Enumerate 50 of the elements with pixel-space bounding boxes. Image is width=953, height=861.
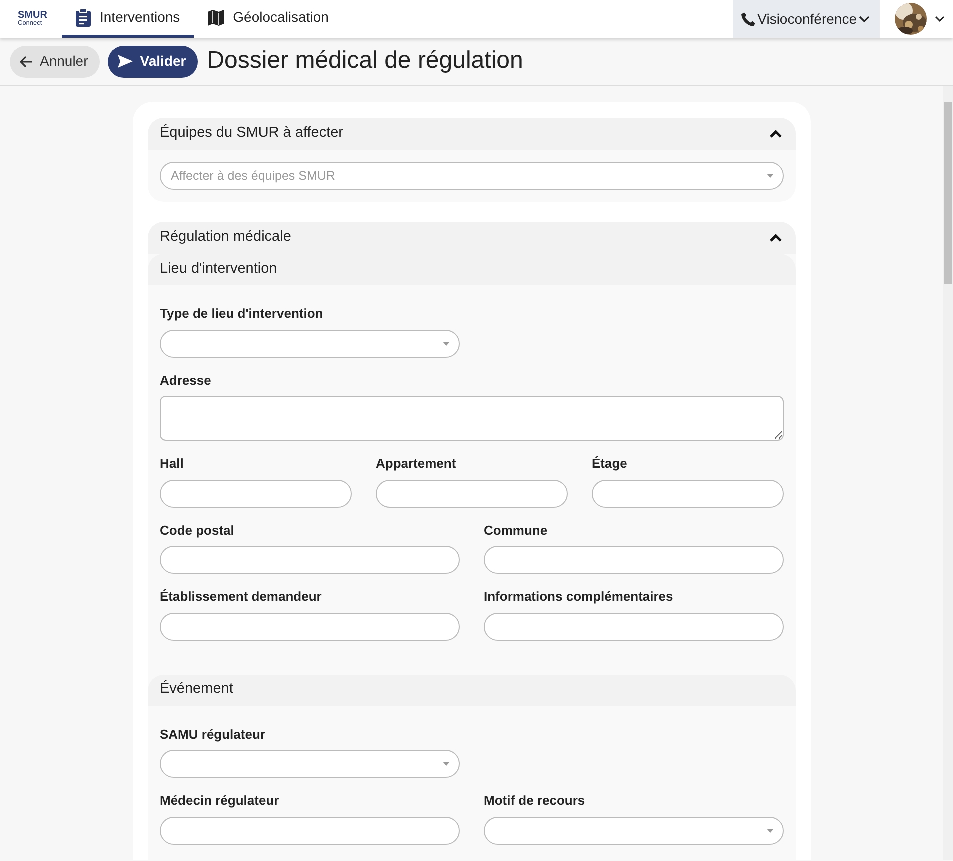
chevron-down-icon bbox=[859, 16, 870, 22]
caret-icon bbox=[767, 174, 774, 178]
select-field[interactable] bbox=[160, 750, 460, 778]
field-label: Commune bbox=[484, 522, 549, 540]
input-field[interactable] bbox=[484, 612, 784, 640]
select-field[interactable] bbox=[160, 330, 460, 358]
cancel-button[interactable]: Annuler bbox=[10, 46, 100, 78]
subsection-title: Lieu d'intervention bbox=[160, 260, 278, 279]
textarea-field[interactable] bbox=[160, 396, 784, 441]
input-field[interactable] bbox=[592, 480, 784, 508]
select-field[interactable] bbox=[484, 816, 784, 844]
field-label: Médecin régulateur bbox=[160, 792, 280, 810]
videoconference-button[interactable]: Visioconférence bbox=[732, 0, 880, 38]
field-label: Établissement demandeur bbox=[160, 588, 323, 606]
placeholder-text: Affecter à des équipes SMUR bbox=[171, 168, 336, 185]
scrollbar-thumb[interactable] bbox=[944, 102, 952, 284]
page-title: Dossier médical de régulation bbox=[207, 47, 524, 76]
section-title: Équipes du SMUR à affecter bbox=[160, 123, 344, 144]
validate-button[interactable]: Valider bbox=[108, 46, 198, 78]
subsection-title: Événement bbox=[160, 679, 234, 700]
brand-name: SMUR bbox=[18, 10, 48, 21]
clipboard-icon bbox=[76, 8, 91, 26]
caret-icon bbox=[443, 342, 450, 346]
field-label: Code postal bbox=[160, 522, 236, 540]
input-field[interactable] bbox=[376, 480, 568, 508]
chevron-up-icon[interactable] bbox=[770, 130, 782, 138]
nav-tab[interactable]: Géolocalisation bbox=[194, 0, 343, 38]
chevron-down-icon bbox=[935, 16, 945, 22]
send-icon bbox=[118, 55, 134, 68]
input-field[interactable] bbox=[160, 480, 352, 508]
input-field[interactable] bbox=[160, 612, 460, 640]
caret-icon bbox=[767, 828, 774, 832]
phone-icon bbox=[740, 12, 756, 26]
field-label: Type de lieu d'intervention bbox=[160, 305, 324, 323]
field-label: SAMU régulateur bbox=[160, 726, 266, 744]
field-label: Hall bbox=[160, 455, 185, 473]
input-field[interactable] bbox=[160, 546, 460, 574]
input-field[interactable] bbox=[484, 546, 784, 574]
nav-tab[interactable]: Interventions bbox=[62, 0, 194, 38]
field-label: Informations complémentaires bbox=[484, 588, 674, 606]
field-label: Motif de recours bbox=[484, 792, 586, 810]
section-title: Régulation médicale bbox=[160, 228, 292, 248]
field-label: Appartement bbox=[376, 455, 458, 473]
field-label: Étage bbox=[592, 455, 628, 473]
map-icon bbox=[208, 10, 224, 26]
chevron-up-icon[interactable] bbox=[770, 234, 782, 242]
field-label: Adresse bbox=[160, 372, 212, 390]
caret-icon bbox=[443, 762, 450, 766]
input-field[interactable] bbox=[160, 816, 460, 844]
arrow-left-icon bbox=[20, 56, 33, 68]
